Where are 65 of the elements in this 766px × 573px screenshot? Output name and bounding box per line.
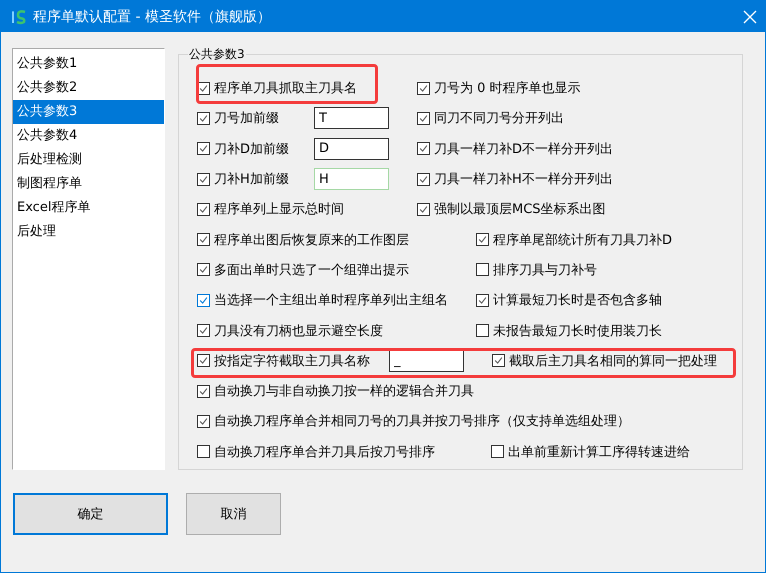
checkbox-label: 当选择一个主组出单时程序单列出主组名 (214, 292, 448, 310)
checkbox-box[interactable] (197, 354, 210, 368)
sidebar-item[interactable]: 公共参数3 (13, 100, 164, 124)
checkbox-label: 截取后主刀具名相同的算同一把处理 (509, 352, 717, 370)
checkbox-box[interactable] (197, 112, 210, 125)
sidebar-item[interactable]: 后处理 (13, 220, 164, 244)
window-title: 程序单默认配置 - 模圣软件（旗舰版） (33, 8, 272, 26)
checkbox-label: 自动换刀程序单合并刀具后按刀号排序 (214, 444, 435, 461)
checkbox-box[interactable] (197, 263, 210, 276)
sidebar-item[interactable]: Excel程序单 (13, 196, 164, 220)
checkbox-label: 出单前重新计算工序得转速进给 (508, 444, 690, 461)
sidebar-item[interactable]: 制图程序单 (13, 172, 164, 196)
checkbox-label: 程序单出图后恢复原来的工作图层 (214, 232, 409, 249)
checkbox-box[interactable] (197, 414, 210, 428)
close-icon[interactable] (743, 10, 757, 24)
checkbox-label: 强制以最顶层MCS坐标系出图 (434, 201, 606, 218)
checkbox-box[interactable] (491, 445, 504, 458)
checkbox-box[interactable] (197, 233, 210, 246)
checkbox-box[interactable] (476, 294, 489, 307)
checkbox-label: 未报告最短刀长时使用装刀长 (493, 322, 662, 340)
sidebar-item[interactable]: 公共参数2 (13, 76, 164, 100)
checkbox-label: 刀补D加前缀 (214, 140, 290, 158)
checkbox-label: 按指定字符截取主刀具名称 (214, 352, 370, 370)
checkbox-label: 刀具没有刀柄也显示避空长度 (214, 322, 383, 340)
checkbox-box[interactable] (197, 202, 210, 216)
checkbox-label: 刀补H加前缀 (214, 171, 289, 188)
checkbox-label: 刀号为 0 时程序单也显示 (434, 80, 581, 98)
checkbox-label: 刀具一样刀补D不一样分开列出 (434, 140, 614, 158)
checkbox-label: 程序单尾部统计所有刀具刀补D (493, 232, 672, 249)
dialog-button[interactable]: 取消 (186, 493, 281, 535)
text-field[interactable]: _ (389, 350, 464, 372)
checkbox-box[interactable] (197, 142, 210, 156)
checkbox-label: 同刀不同刀号分开列出 (434, 110, 564, 128)
checkbox-label: 多面出单时只选了一个组弹出提示 (214, 262, 409, 279)
text-field[interactable]: T (314, 107, 389, 130)
checkbox-box[interactable] (417, 142, 430, 156)
checkbox-box[interactable] (417, 112, 430, 125)
sidebar-item[interactable]: 公共参数4 (13, 124, 164, 148)
checkbox-box[interactable] (197, 294, 210, 307)
checkbox-label: 刀号加前缀 (214, 110, 279, 128)
checkbox-box[interactable] (197, 445, 210, 458)
checkbox-label: 程序单列上显示总时间 (214, 201, 344, 218)
checkbox-box[interactable] (476, 324, 489, 338)
checkbox-label: 刀具一样刀补H不一样分开列出 (434, 171, 613, 188)
checkbox-box[interactable] (417, 202, 430, 216)
group-title: 公共参数3 (188, 46, 246, 63)
checkbox-label: 排序刀具与刀补号 (493, 262, 597, 279)
checkbox-label: 程序单刀具抓取主刀具名 (214, 80, 357, 98)
checkbox-label: 自动换刀程序单合并相同刀号的刀具并按刀号排序（仅支持单选组处理） (214, 413, 630, 430)
checkbox-box[interactable] (476, 263, 489, 276)
text-field[interactable]: H (314, 168, 389, 190)
dialog-button[interactable]: 确定 (13, 493, 168, 535)
checkbox-box[interactable] (197, 384, 210, 398)
checkbox-box[interactable] (417, 172, 430, 186)
text-field[interactable]: D (314, 138, 389, 160)
sidebar-item[interactable]: 公共参数1 (13, 52, 164, 76)
checkbox-box[interactable] (197, 324, 210, 338)
checkbox-box[interactable] (197, 172, 210, 186)
checkbox-label: 计算最短刀长时是否包含多轴 (493, 292, 662, 310)
checkbox-box[interactable] (476, 233, 489, 246)
app-logo-icon (9, 8, 27, 26)
checkbox-box[interactable] (417, 82, 430, 95)
checkbox-label: 自动换刀与非自动换刀按一样的逻辑合并刀具 (214, 383, 474, 400)
checkbox-box[interactable] (492, 354, 505, 368)
sidebar-item[interactable]: 后处理检测 (13, 148, 164, 172)
